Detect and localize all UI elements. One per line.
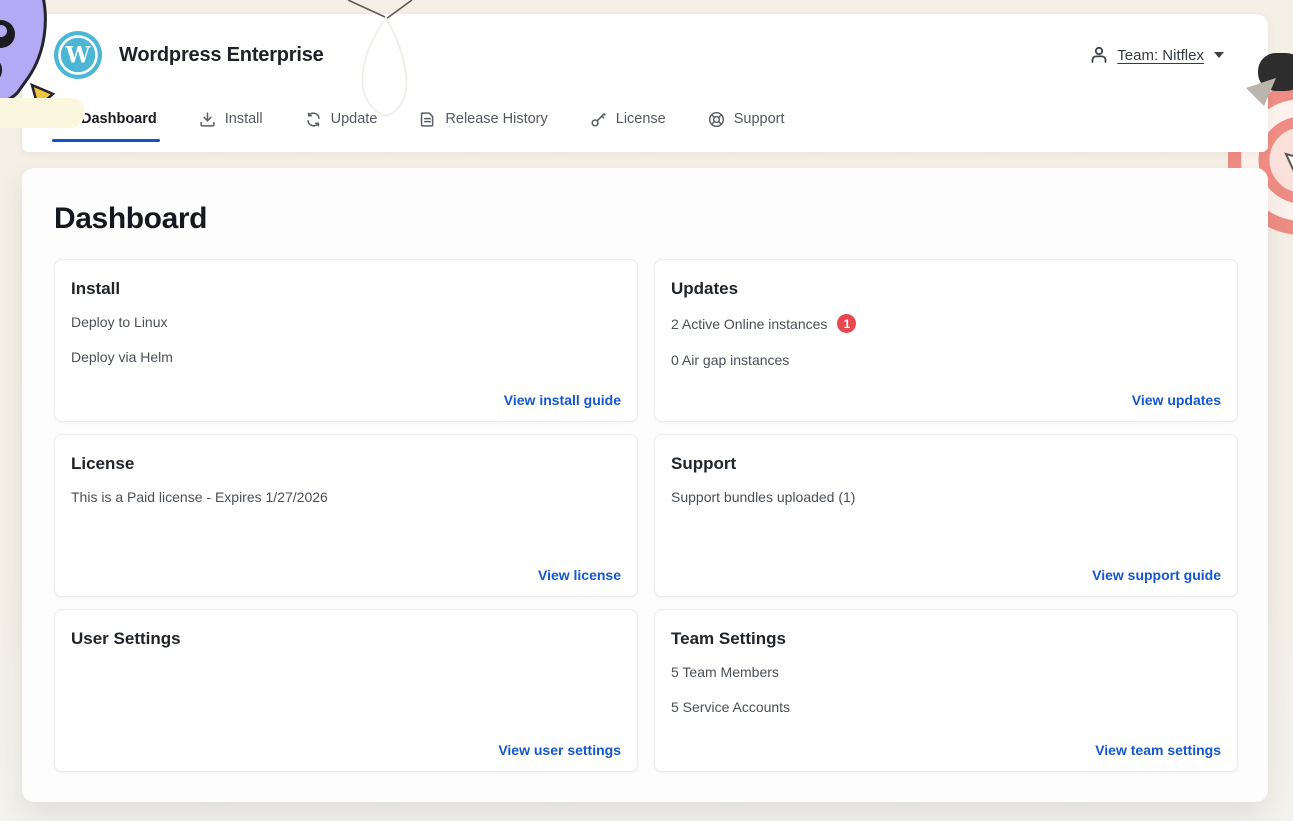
card-title: Install (71, 279, 621, 299)
main-nav: Dashboard Install Update Release History (22, 96, 1268, 142)
svg-text:W: W (65, 43, 91, 69)
life-buoy-icon (708, 111, 725, 128)
card-line: Deploy to Linux (71, 314, 621, 330)
team-settings-card: Team Settings 5 Team Members 5 Service A… (654, 609, 1238, 772)
user-settings-card: User Settings View user settings (54, 609, 638, 772)
updates-count-badge: 1 (837, 314, 856, 333)
tab-label: Install (225, 111, 263, 127)
tab-label: License (616, 111, 666, 127)
view-updates-link[interactable]: View updates (1132, 392, 1221, 408)
tab-license[interactable]: License (590, 96, 666, 142)
card-title: Team Settings (671, 629, 1221, 649)
header-top-row: W Wordpress Enterprise Team: Nitflex (22, 14, 1268, 96)
app-title: Wordpress Enterprise (119, 44, 324, 67)
tab-label: Support (734, 111, 785, 127)
app-root: { "header": { "app_title": "Wordpress En… (0, 0, 1293, 821)
card-line: This is a Paid license - Expires 1/27/20… (71, 489, 621, 505)
tab-install[interactable]: Install (199, 96, 263, 142)
tab-dashboard[interactable]: Dashboard (55, 96, 157, 142)
updates-card: Updates 2 Active Online instances 1 0 Ai… (654, 259, 1238, 422)
license-card: License This is a Paid license - Expires… (54, 434, 638, 597)
card-title: User Settings (71, 629, 621, 649)
card-line: Deploy via Helm (71, 349, 621, 365)
dashboard-grid-icon (55, 111, 72, 128)
card-title: License (71, 454, 621, 474)
card-grid: Install Deploy to Linux Deploy via Helm … (54, 259, 1238, 772)
card-line: 2 Active Online instances 1 (671, 314, 1221, 333)
app-header: W Wordpress Enterprise Team: Nitflex Das… (22, 14, 1268, 152)
tab-release-history[interactable]: Release History (419, 96, 547, 142)
card-title: Updates (671, 279, 1221, 299)
install-card: Install Deploy to Linux Deploy via Helm … (54, 259, 638, 422)
key-icon (590, 111, 607, 128)
tab-label: Dashboard (81, 111, 157, 127)
card-line: Support bundles uploaded (1) (671, 489, 1221, 505)
refresh-icon (305, 111, 322, 128)
page-title: Dashboard (54, 202, 1238, 236)
card-line-text: 2 Active Online instances (671, 316, 827, 332)
view-install-guide-link[interactable]: View install guide (504, 392, 621, 408)
dashboard-content: Dashboard Install Deploy to Linux Deploy… (22, 168, 1268, 802)
wordpress-logo: W (54, 31, 102, 79)
view-license-link[interactable]: View license (538, 567, 621, 583)
team-label: Team: Nitflex (1117, 47, 1204, 64)
chevron-down-icon (1214, 52, 1224, 58)
document-icon (419, 111, 436, 128)
card-line: 0 Air gap instances (671, 352, 1221, 368)
tab-label: Release History (445, 111, 547, 127)
view-team-settings-link[interactable]: View team settings (1095, 742, 1221, 758)
view-support-guide-link[interactable]: View support guide (1092, 567, 1221, 583)
download-icon (199, 111, 216, 128)
support-card: Support Support bundles uploaded (1) Vie… (654, 434, 1238, 597)
tab-support[interactable]: Support (708, 96, 785, 142)
team-menu[interactable]: Team: Nitflex (1089, 45, 1224, 65)
view-user-settings-link[interactable]: View user settings (498, 742, 621, 758)
card-title: Support (671, 454, 1221, 474)
tab-label: Update (331, 111, 378, 127)
card-line: 5 Service Accounts (671, 699, 1221, 715)
tab-update[interactable]: Update (305, 96, 378, 142)
card-line: 5 Team Members (671, 664, 1221, 680)
user-icon (1089, 45, 1109, 65)
